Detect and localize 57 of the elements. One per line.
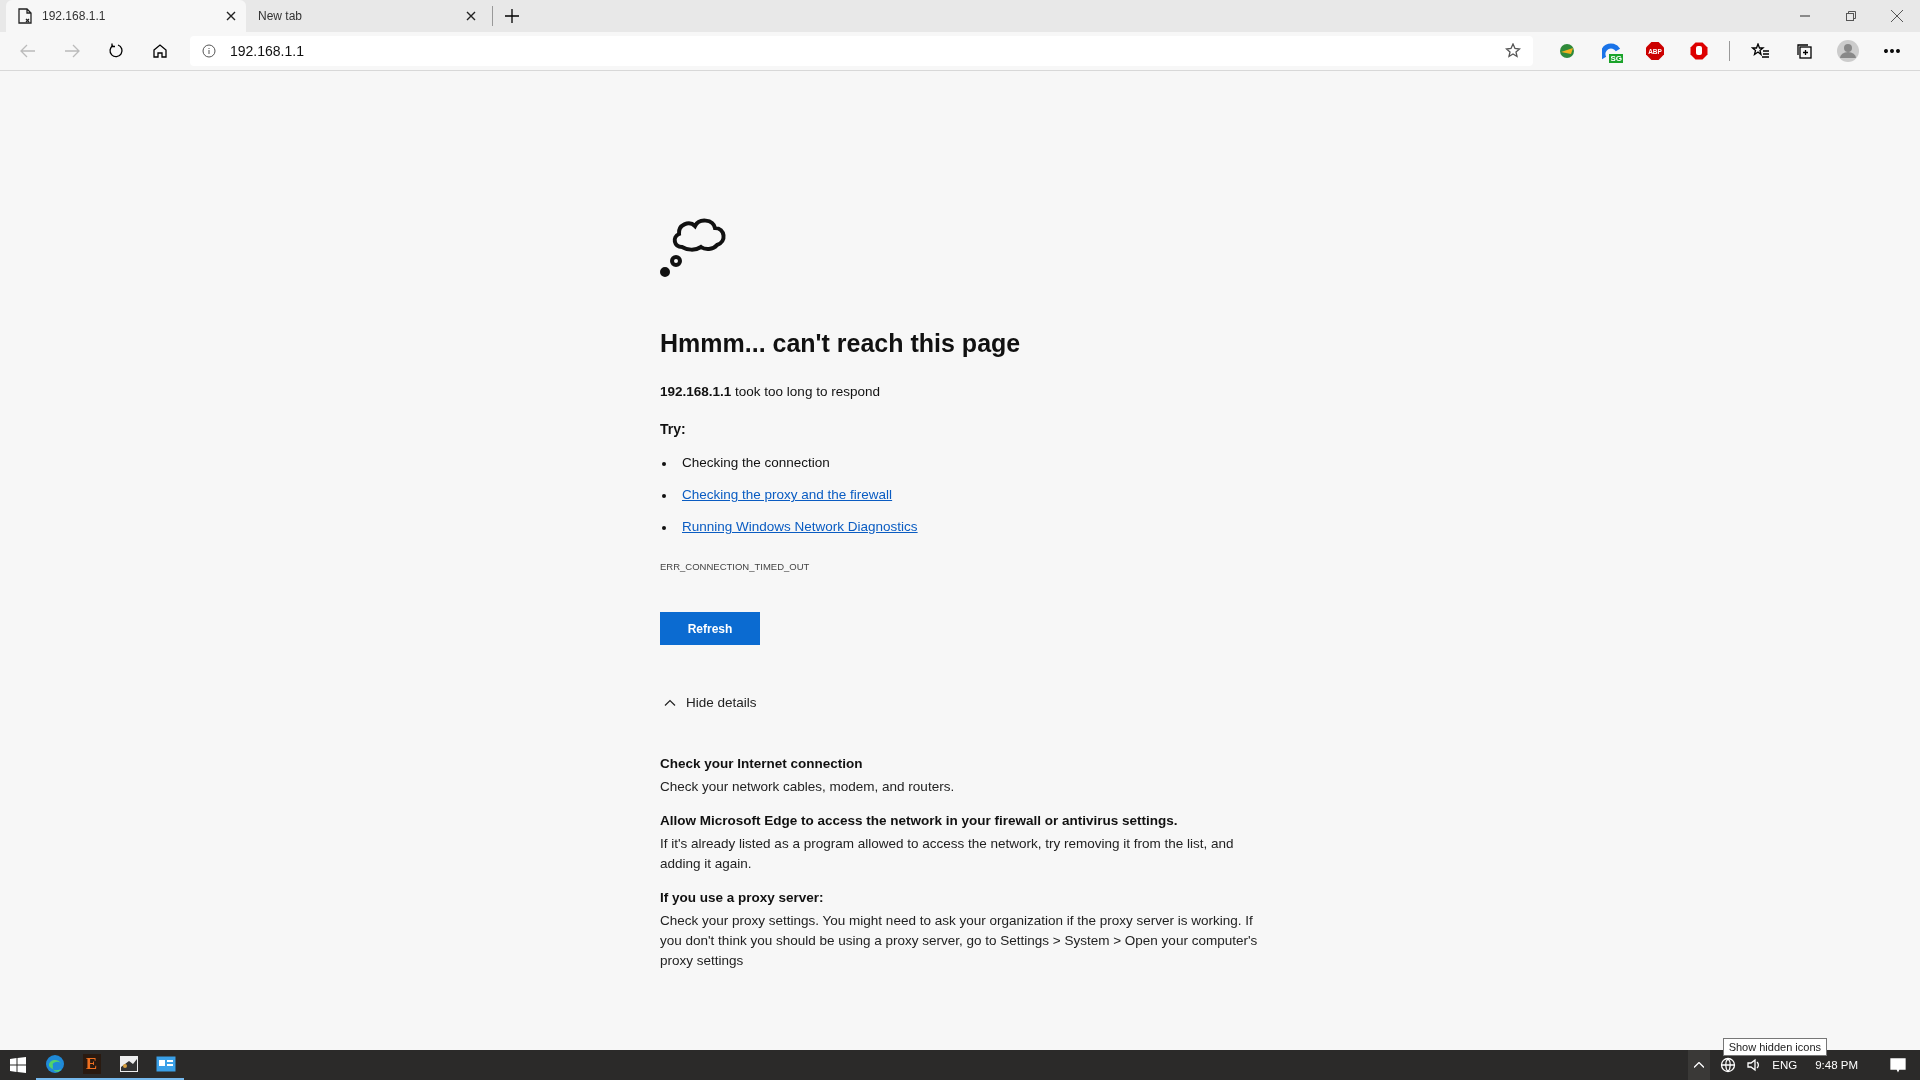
home-icon xyxy=(152,43,168,59)
avatar-icon xyxy=(1837,40,1859,62)
address-bar[interactable]: 192.168.1.1 xyxy=(190,36,1533,66)
restore-icon xyxy=(1846,11,1856,21)
close-icon xyxy=(1891,10,1903,22)
close-icon xyxy=(226,11,236,21)
extension-badge: SG xyxy=(1609,54,1623,63)
back-arrow-icon xyxy=(20,43,36,59)
star-list-icon xyxy=(1751,43,1769,59)
clock-text[interactable]: 9:48 PM xyxy=(1815,1059,1858,1071)
try-label: Try: xyxy=(660,421,686,437)
details-heading: Allow Microsoft Edge to access the network in your firewall or antivirus settings. xyxy=(660,813,1179,828)
collections-icon xyxy=(1796,43,1812,59)
forward-arrow-icon xyxy=(64,43,80,59)
letter-icon: E xyxy=(82,1054,101,1074)
plus-icon xyxy=(505,9,519,23)
error-heading: Hmmm... can't reach this page xyxy=(660,329,1021,358)
details-text: Check your proxy settings. You might need to ask your organization if the proxy server is working. If you don't think you should be using a proxy server, go to Settings > System > Open your computer's proxy settings xyxy=(660,912,1259,970)
more-icon xyxy=(1884,49,1900,53)
windows-logo-icon xyxy=(10,1057,26,1073)
suggestion-text: Checking the connection xyxy=(682,455,830,470)
network-globe-icon xyxy=(1720,1057,1737,1073)
suggestion-link[interactable]: Running Windows Network Diagnostics xyxy=(682,519,918,534)
bullet-icon xyxy=(662,494,666,498)
info-icon xyxy=(202,44,216,58)
details-text: Check your network cables, modem, and routers. xyxy=(660,778,956,796)
refresh-button[interactable]: Refresh xyxy=(660,612,760,645)
url-text: 192.168.1.1 xyxy=(230,43,305,59)
page-error-icon xyxy=(18,8,32,24)
error-code: ERR_CONNECTION_TIMED_OUT xyxy=(660,561,810,572)
star-add-icon xyxy=(1505,43,1521,59)
browser-tab[interactable]: New tab xyxy=(246,0,486,32)
show-hidden-icons-button[interactable] xyxy=(1688,1050,1711,1080)
details-heading: Check your Internet connection xyxy=(660,756,864,771)
suggestion-link[interactable]: Checking the proxy and the firewall xyxy=(682,487,893,502)
chevron-up-icon xyxy=(1694,1062,1705,1068)
wave-logo-icon xyxy=(44,1054,65,1074)
reload-icon xyxy=(108,43,124,59)
details-toggle[interactable]: Hide details xyxy=(660,695,757,710)
taskbar-app[interactable]: E xyxy=(73,1050,110,1080)
browser-tab[interactable]: 192.168.1.1 xyxy=(6,0,246,32)
photo-tool-icon xyxy=(118,1055,139,1073)
control-panel-icon xyxy=(155,1056,176,1072)
chevron-icon xyxy=(664,699,676,706)
tab-title: 192.168.1.1 xyxy=(42,9,107,23)
minimize-icon xyxy=(1800,15,1810,17)
arc-icon xyxy=(1602,42,1620,60)
tab-title: New tab xyxy=(258,9,304,23)
close-icon xyxy=(466,11,476,21)
tooltip: Show hidden icons xyxy=(1722,1038,1827,1056)
bullet-icon xyxy=(662,462,666,466)
language-indicator[interactable]: ENG xyxy=(1772,1059,1798,1071)
details-heading: If you use a proxy server: xyxy=(660,890,825,905)
bullet-icon xyxy=(662,526,666,530)
details-text: If it's already listed as a program allowed to access the network, try removing it from the list, and adding it again. xyxy=(660,835,1235,873)
notifications-icon xyxy=(1890,1057,1906,1073)
error-message: 192.168.1.1 took too long to respond xyxy=(660,384,880,399)
